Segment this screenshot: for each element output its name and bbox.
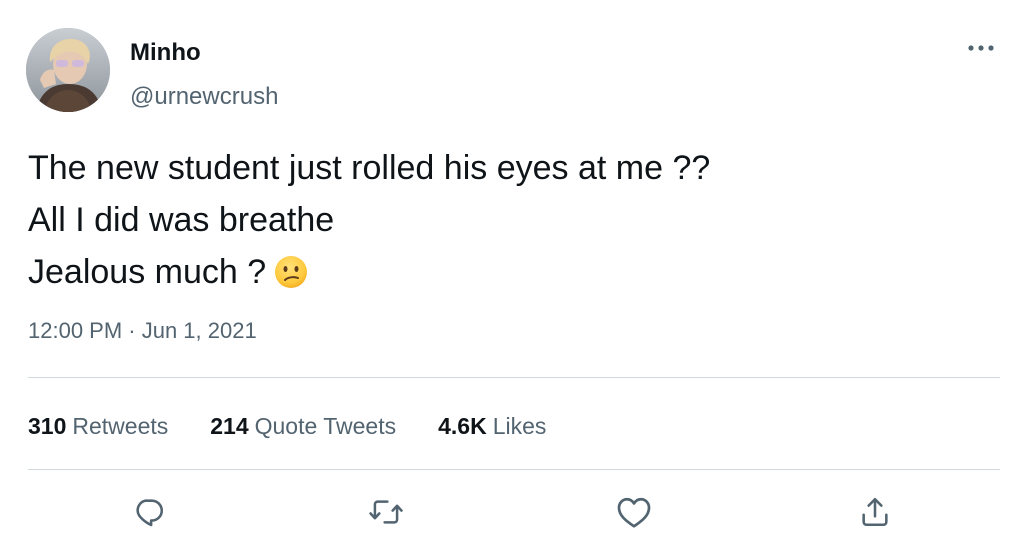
- divider: [28, 469, 1000, 470]
- author-names: Minho @urnewcrush: [130, 38, 278, 112]
- tweet-header: Minho @urnewcrush: [26, 28, 1000, 114]
- likes-count: 4.6K: [438, 413, 487, 439]
- reply-button[interactable]: [127, 490, 171, 534]
- share-button[interactable]: [853, 490, 897, 534]
- retweets-label: Retweets: [72, 413, 169, 439]
- share-icon: [862, 497, 888, 527]
- retweet-button[interactable]: [364, 490, 408, 534]
- tweet-actions: [0, 490, 1018, 534]
- tweet-text-line-content: Jealous much ?: [28, 253, 267, 291]
- divider: [28, 377, 1000, 378]
- quote-tweets-stat[interactable]: 214 Quote Tweets: [210, 409, 396, 443]
- confused-face-emoji-icon: [274, 252, 308, 304]
- avatar[interactable]: [26, 28, 110, 112]
- tweet-text-line: The new student just rolled his eyes at …: [28, 149, 711, 187]
- user-handle[interactable]: @urnewcrush: [130, 82, 278, 112]
- tweet: Minho @urnewcrush The new student just r…: [0, 0, 1018, 541]
- like-button[interactable]: [612, 490, 656, 534]
- more-options-icon[interactable]: [966, 38, 996, 58]
- display-name[interactable]: Minho: [130, 38, 278, 68]
- retweet-icon: [369, 500, 403, 524]
- likes-label: Likes: [492, 413, 547, 439]
- tweet-stats: 310 Retweets 214 Quote Tweets 4.6K Likes: [28, 409, 588, 443]
- tweet-text-line: All I did was breathe: [28, 201, 335, 239]
- heart-icon: [617, 497, 651, 528]
- retweets-count: 310: [28, 413, 67, 439]
- tweet-text-line: Jealous much ?: [28, 246, 968, 304]
- likes-stat[interactable]: 4.6K Likes: [438, 409, 546, 443]
- reply-icon: [136, 499, 164, 527]
- retweets-stat[interactable]: 310 Retweets: [28, 409, 168, 443]
- quote-tweets-count: 214: [210, 413, 249, 439]
- quote-tweets-label: Quote Tweets: [254, 413, 397, 439]
- avatar-photo: [26, 28, 110, 112]
- tweet-text: The new student just rolled his eyes at …: [28, 142, 968, 304]
- tweet-timestamp[interactable]: 12:00 PM · Jun 1, 2021: [28, 316, 257, 346]
